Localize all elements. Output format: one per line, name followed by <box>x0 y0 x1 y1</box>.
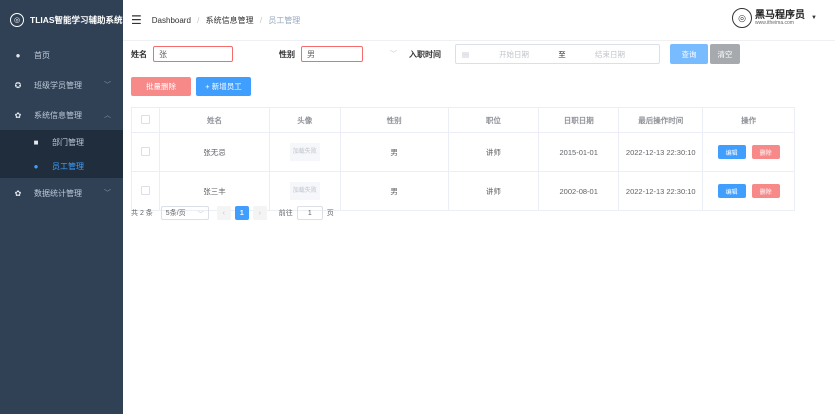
pagination-total: 共 2 条 <box>131 210 153 217</box>
delete-button[interactable]: 删除 <box>751 184 780 198</box>
goto-label: 前往 <box>278 210 293 217</box>
col-update-time: 最后操作时间 <box>618 107 704 133</box>
cell-entry-date: 2015-01-01 <box>538 132 620 172</box>
top-header: ☰ Dashboard / 系统信息管理 / 员工管理 ◎ 黑马程序员 www.… <box>123 0 835 41</box>
name-input[interactable]: 张 <box>153 46 233 62</box>
calendar-icon: ▤ <box>462 49 470 59</box>
col-gender: 性别 <box>340 107 449 133</box>
app-title: TLIAS智能学习辅助系统 <box>30 15 123 25</box>
breadcrumb-item-system[interactable]: 系统信息管理 <box>206 16 254 25</box>
table-header-row: 姓名 头像 性别 职位 日职日期 最后操作时间 操作 <box>130 107 795 133</box>
col-avatar: 头像 <box>269 107 341 133</box>
date-label: 入职时间 <box>409 49 441 59</box>
date-end-input[interactable]: 结束日期 <box>570 49 650 60</box>
clear-button[interactable]: 清空 <box>710 44 740 64</box>
edit-button[interactable]: 编辑 <box>717 145 746 159</box>
home-icon: ● <box>15 50 21 60</box>
sidebar: ◎ TLIAS智能学习辅助系统 ● 首页 ✪ 班级学员管理 ﹀ ✿ 系统信息管理… <box>0 0 123 414</box>
query-button[interactable]: 查询 <box>670 44 708 64</box>
user-menu[interactable]: ◎ 黑马程序员 www.itheima.com ▼ <box>732 8 817 28</box>
pagination: 共 2 条 5条/页 ﹀ ‹ 1 › 前往 1 页 <box>131 206 334 220</box>
gear-icon: ✿ <box>14 110 22 120</box>
main-content: 姓名 张 性别 男 ﹀ 入职时间 ▤ 开始日期 至 结束日期 查询 清空 批量删… <box>123 40 835 414</box>
chevron-down-icon: ﹀ <box>104 82 111 89</box>
brand-url: www.itheima.com <box>755 19 794 26</box>
page-unit-label: 页 <box>326 210 334 217</box>
gender-label: 性别 <box>279 49 295 59</box>
employee-table: 姓名 头像 性别 职位 日职日期 最后操作时间 操作 张无忌 加载失败 男 讲师… <box>130 107 795 211</box>
next-page-button[interactable]: › <box>252 206 267 220</box>
page-number[interactable]: 1 <box>234 206 249 220</box>
toolbar: 批量删除 + 新增员工 <box>131 77 251 96</box>
caret-down-icon: ▼ <box>811 15 817 21</box>
gear-icon: ✿ <box>14 188 22 198</box>
sidebar-item-statistics[interactable]: ✿ 数据统计管理 ﹀ <box>0 178 123 208</box>
chevron-down-icon: ﹀ <box>104 190 111 197</box>
avatar: 加载失败 <box>289 143 320 161</box>
hamburger-icon[interactable]: ☰ <box>131 13 142 27</box>
grid-icon: ■ <box>33 137 39 147</box>
table-row: 张三丰 加载失败 男 讲师 2002-08-01 2022-12-13 22:3… <box>130 171 795 211</box>
name-label: 姓名 <box>131 49 147 59</box>
chevron-down-icon: ﹀ <box>390 51 397 58</box>
table-row: 张无忌 加载失败 男 讲师 2015-01-01 2022-12-13 22:3… <box>130 132 795 172</box>
sidebar-item-class-students[interactable]: ✪ 班级学员管理 ﹀ <box>0 70 123 100</box>
sidebar-item-system-info[interactable]: ✿ 系统信息管理 ︿ <box>0 100 123 130</box>
gender-select[interactable]: 男 <box>301 46 363 62</box>
col-name: 姓名 <box>159 107 270 133</box>
add-employee-button[interactable]: + 新增员工 <box>196 77 251 96</box>
select-all-checkbox[interactable] <box>141 114 151 124</box>
sidebar-item-departments[interactable]: ■ 部门管理 <box>0 130 123 154</box>
app-logo-icon: ◎ <box>10 13 24 27</box>
prev-page-button[interactable]: ‹ <box>216 206 231 220</box>
sidebar-submenu: ■ 部门管理 ● 员工管理 <box>0 130 123 178</box>
brand-name: 黑马程序员 <box>755 9 806 21</box>
chevron-down-icon: ﹀ <box>197 211 204 218</box>
col-actions: 操作 <box>702 107 795 133</box>
breadcrumb: Dashboard / 系统信息管理 / 员工管理 <box>151 15 301 25</box>
cell-gender: 男 <box>340 132 449 172</box>
cell-job: 讲师 <box>448 171 540 211</box>
breadcrumb-item-dashboard[interactable]: Dashboard <box>152 16 191 25</box>
menu-icon: ✪ <box>14 80 22 90</box>
search-form: 姓名 张 性别 男 ﹀ 入职时间 ▤ 开始日期 至 结束日期 查询 清空 <box>131 44 740 64</box>
col-job: 职位 <box>448 107 540 133</box>
batch-delete-button[interactable]: 批量删除 <box>131 77 191 96</box>
date-range-picker[interactable]: ▤ 开始日期 至 结束日期 <box>455 44 660 64</box>
cell-job: 讲师 <box>448 132 540 172</box>
goto-page-input[interactable]: 1 <box>296 206 323 220</box>
user-icon: ● <box>33 161 39 171</box>
cell-update-time: 2022-12-13 22:30:10 <box>618 171 704 211</box>
page-size-select[interactable]: 5条/页 ﹀ <box>160 206 209 220</box>
cell-entry-date: 2002-08-01 <box>538 171 620 211</box>
cell-update-time: 2022-12-13 22:30:10 <box>618 132 704 172</box>
breadcrumb-item-current: 员工管理 <box>268 15 301 25</box>
avatar: 加载失败 <box>289 182 320 200</box>
row-checkbox[interactable] <box>141 146 151 156</box>
app-brand: ◎ TLIAS智能学习辅助系统 <box>0 0 123 40</box>
cell-gender: 男 <box>340 171 449 211</box>
sidebar-item-home[interactable]: ● 首页 <box>0 40 123 70</box>
cell-name: 张无忌 <box>159 132 270 172</box>
col-entry-date: 日职日期 <box>538 107 620 133</box>
sidebar-item-employees[interactable]: ● 员工管理 <box>0 154 123 178</box>
cell-name: 张三丰 <box>159 171 270 211</box>
row-checkbox[interactable] <box>141 185 151 195</box>
chevron-up-icon: ︿ <box>104 112 111 119</box>
delete-button[interactable]: 删除 <box>751 145 780 159</box>
brand-logo-icon: ◎ <box>732 8 753 28</box>
date-start-input[interactable]: 开始日期 <box>474 49 554 60</box>
edit-button[interactable]: 编辑 <box>717 184 746 198</box>
